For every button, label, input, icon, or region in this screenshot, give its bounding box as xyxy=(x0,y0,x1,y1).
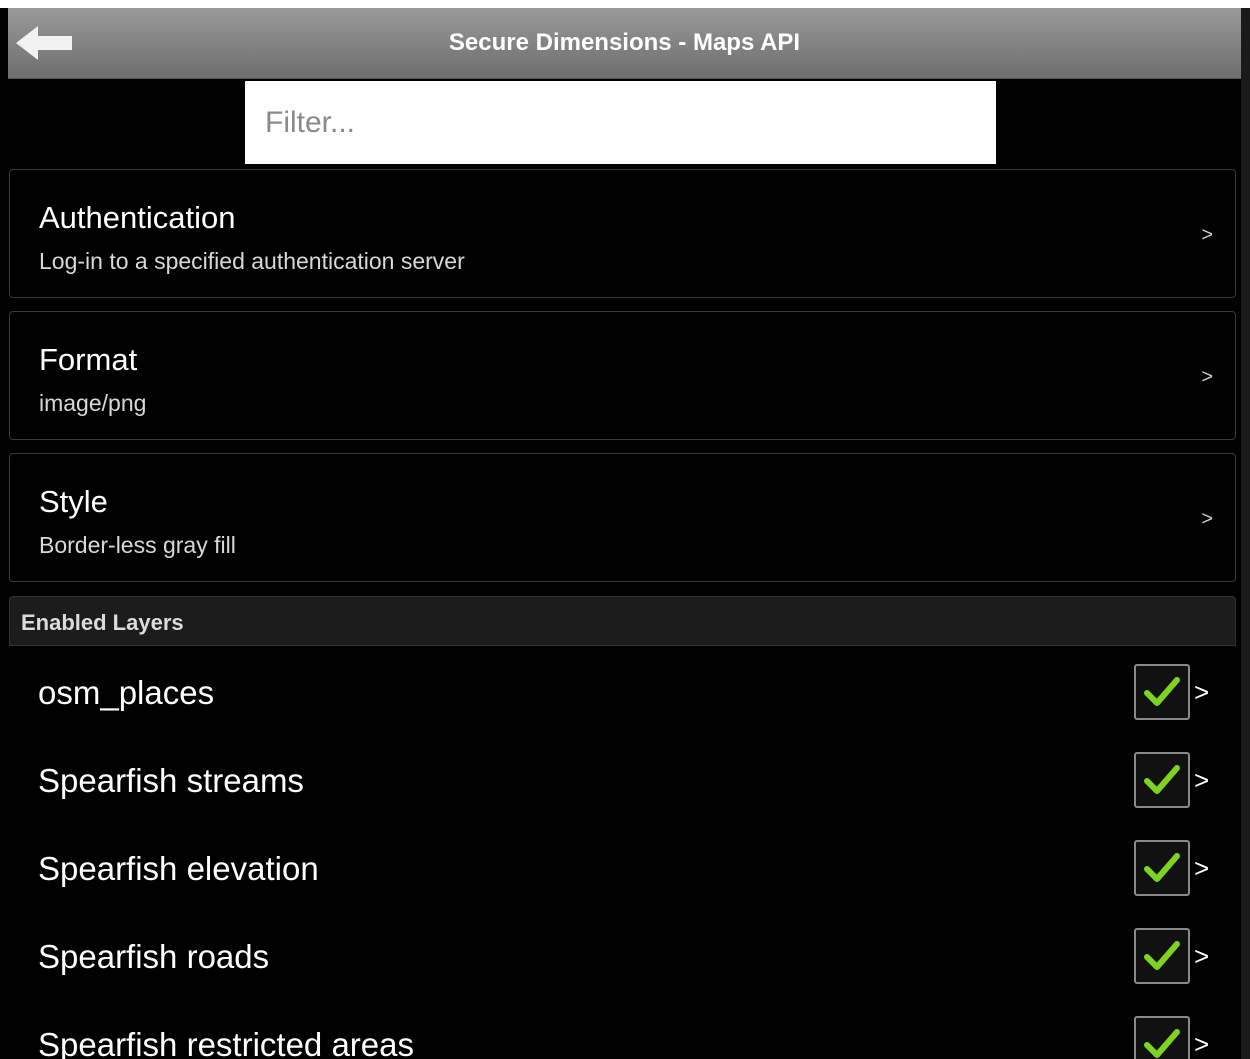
app-screen: Secure Dimensions - Maps API Authenticat… xyxy=(0,0,1250,1059)
chevron-right-icon[interactable]: > xyxy=(1194,1029,1209,1059)
top-edge xyxy=(0,0,1250,8)
setting-subtitle: Border-less gray fill xyxy=(39,532,236,558)
scroll-edge xyxy=(1241,8,1250,1059)
chevron-right-icon: > xyxy=(1201,366,1213,388)
chevron-right-icon[interactable]: > xyxy=(1194,853,1209,884)
setting-authentication[interactable]: Authentication Log-in to a specified aut… xyxy=(9,169,1236,298)
action-bar: Secure Dimensions - Maps API xyxy=(8,8,1241,79)
layer-checkbox[interactable] xyxy=(1134,1016,1190,1059)
setting-style[interactable]: Style Border-less gray fill > xyxy=(9,453,1236,582)
section-title: Enabled Layers xyxy=(21,610,184,635)
page-title: Secure Dimensions - Maps API xyxy=(448,29,801,56)
setting-subtitle: Log-in to a specified authentication ser… xyxy=(39,248,465,274)
checkmark-icon xyxy=(1144,1029,1180,1058)
checkmark-icon xyxy=(1144,765,1180,794)
section-header-enabled-layers: Enabled Layers xyxy=(9,596,1236,646)
chevron-right-icon: > xyxy=(1201,224,1213,246)
layer-item-spearfish-restricted-areas[interactable]: Spearfish restricted areas > xyxy=(9,1000,1236,1059)
checkmark-icon xyxy=(1144,941,1180,970)
setting-title: Format xyxy=(39,342,138,377)
layer-item-spearfish-elevation[interactable]: Spearfish elevation > xyxy=(9,824,1236,912)
layer-checkbox[interactable] xyxy=(1134,840,1190,896)
setting-subtitle: image/png xyxy=(39,390,147,416)
setting-title: Authentication xyxy=(39,200,236,235)
setting-format[interactable]: Format image/png > xyxy=(9,311,1236,440)
chevron-right-icon[interactable]: > xyxy=(1194,941,1209,972)
chevron-right-icon[interactable]: > xyxy=(1194,677,1209,708)
layer-label: Spearfish elevation xyxy=(38,850,319,887)
layer-item-spearfish-streams[interactable]: Spearfish streams > xyxy=(9,736,1236,824)
checkmark-icon xyxy=(1144,853,1180,882)
setting-title: Style xyxy=(39,484,108,519)
layer-checkbox[interactable] xyxy=(1134,752,1190,808)
chevron-right-icon[interactable]: > xyxy=(1194,765,1209,796)
chevron-right-icon: > xyxy=(1201,508,1213,530)
layer-item-osm-places[interactable]: osm_places > xyxy=(9,648,1236,736)
layer-label: Spearfish restricted areas xyxy=(38,1026,415,1059)
layer-checkbox[interactable] xyxy=(1134,928,1190,984)
checkmark-icon xyxy=(1144,677,1180,706)
filter-input[interactable] xyxy=(245,81,996,164)
layer-label: Spearfish streams xyxy=(38,762,304,799)
filter-box xyxy=(245,81,996,164)
layer-label: Spearfish roads xyxy=(38,938,270,975)
layer-checkbox[interactable] xyxy=(1134,664,1190,720)
layer-label: osm_places xyxy=(38,674,215,711)
layer-item-spearfish-roads[interactable]: Spearfish roads > xyxy=(9,912,1236,1000)
